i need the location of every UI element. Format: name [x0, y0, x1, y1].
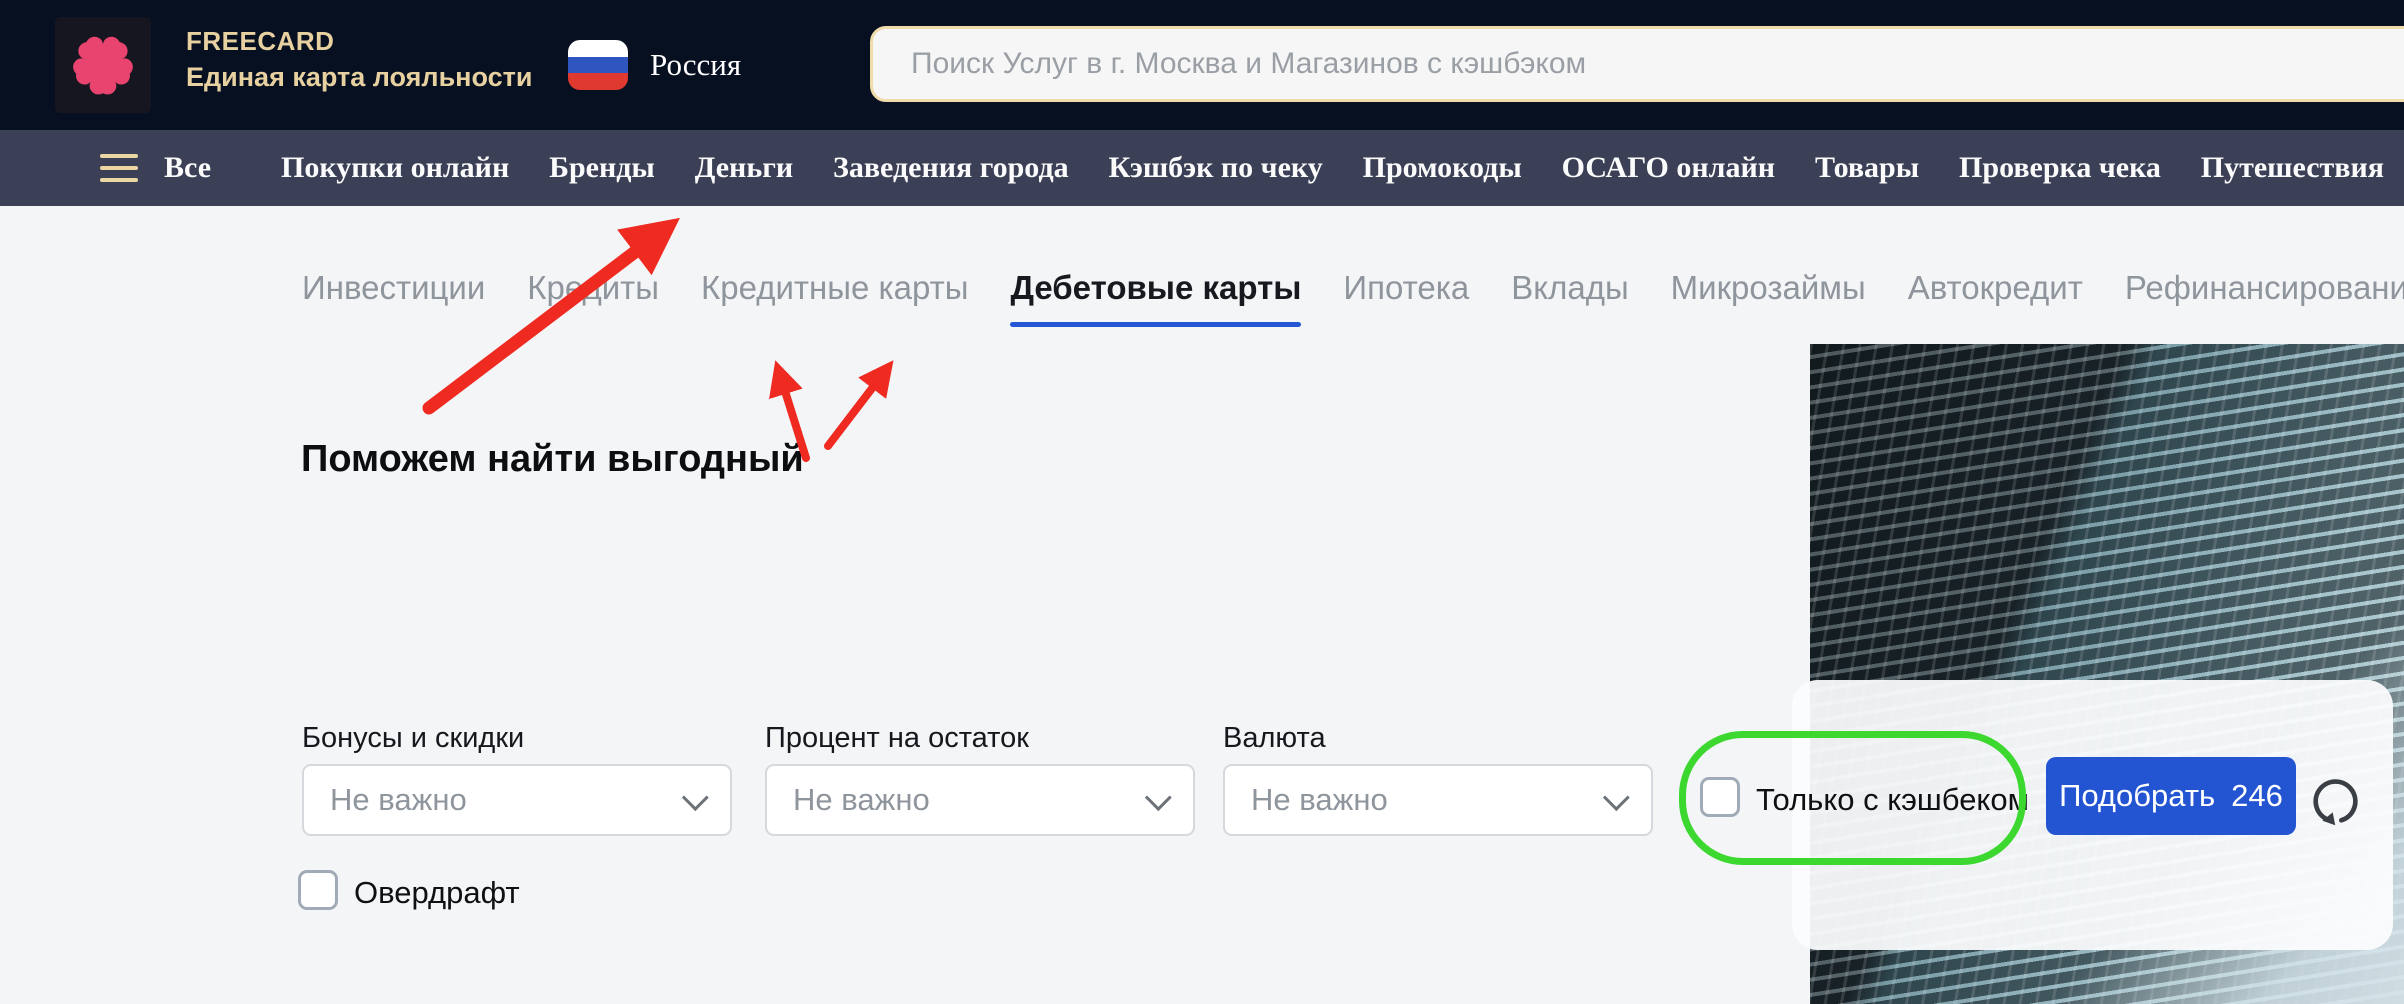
nav-item-goods[interactable]: Товары	[1815, 151, 1919, 185]
tab-investments[interactable]: Инвестиции	[302, 268, 485, 308]
search-input[interactable]	[870, 26, 2404, 102]
country-name: Россия	[650, 47, 741, 83]
filter-label: Процент на остаток	[765, 720, 1195, 756]
filter-label: Валюта	[1223, 720, 1653, 756]
nav-item-travel[interactable]: Путешествия	[2201, 151, 2384, 185]
nav-item-receipt-check[interactable]: Проверка чека	[1959, 151, 2161, 185]
headline: Поможем найти выгодный	[301, 438, 804, 481]
russia-flag-icon	[568, 40, 628, 90]
chevron-down-icon	[1145, 784, 1172, 811]
filter-label: Бонусы и скидки	[302, 720, 732, 756]
currency-dropdown[interactable]: Не важно	[1223, 764, 1653, 836]
nav-item-city-places[interactable]: Заведения города	[833, 151, 1069, 185]
tab-debit-cards[interactable]: Дебетовые карты	[1010, 268, 1301, 308]
nav-item-money[interactable]: Деньги	[695, 151, 793, 185]
country-selector[interactable]: Россия	[568, 0, 741, 130]
tab-deposits[interactable]: Вклады	[1511, 268, 1628, 308]
dropdown-value: Не важно	[330, 782, 467, 818]
submit-button[interactable]: Подобрать 246	[2046, 757, 2296, 835]
hearts-logo-icon	[60, 22, 146, 108]
nav-item-promocodes[interactable]: Промокоды	[1363, 151, 1522, 185]
nav-item-receipt-cashback[interactable]: Кэшбэк по чеку	[1109, 151, 1323, 185]
brand-title: FREECARD	[186, 24, 532, 58]
filter-group-currency: Валюта Не важно	[1223, 720, 1653, 836]
dropdown-value: Не важно	[793, 782, 930, 818]
refresh-icon	[2312, 774, 2362, 826]
annotation-arrow-debit-cards	[828, 370, 886, 446]
tab-mortgage[interactable]: Ипотека	[1343, 268, 1469, 308]
nav-item-online-shopping[interactable]: Покупки онлайн	[281, 151, 509, 185]
dropdown-value: Не важно	[1251, 782, 1388, 818]
submit-label: Подобрать	[2059, 778, 2215, 814]
app-header: FREECARD Единая карта лояльности Россия	[0, 0, 2404, 130]
submit-count: 246	[2231, 778, 2283, 814]
brand-subtitle: Единая карта лояльности	[186, 58, 532, 96]
tab-autocredit[interactable]: Автокредит	[1908, 268, 2083, 308]
reset-filters-button[interactable]	[2312, 774, 2362, 826]
bonuses-dropdown[interactable]: Не важно	[302, 764, 732, 836]
overdraft-label: Овердрафт	[354, 875, 520, 911]
filter-group-interest: Процент на остаток Не важно	[765, 720, 1195, 836]
nav-item-all[interactable]: Все	[100, 151, 211, 185]
brand-block: FREECARD Единая карта лояльности	[186, 24, 532, 96]
nav-all-label: Все	[164, 151, 211, 185]
tab-credit-cards[interactable]: Кредитные карты	[701, 268, 968, 308]
filter-group-bonuses: Бонусы и скидки Не важно	[302, 720, 732, 836]
main-nav: Все Покупки онлайн Бренды Деньги Заведен…	[0, 130, 2404, 206]
tab-credits[interactable]: Кредиты	[527, 268, 659, 308]
cashback-label: Только с кэшбеком	[1756, 782, 2029, 818]
tab-microloans[interactable]: Микрозаймы	[1671, 268, 1866, 308]
chevron-down-icon	[1603, 784, 1630, 811]
annotation-arrow-money	[429, 230, 664, 408]
page: FREECARD Единая карта лояльности Россия …	[0, 0, 2404, 1004]
interest-dropdown[interactable]: Не важно	[765, 764, 1195, 836]
category-tabs: Инвестиции Кредиты Кредитные карты Дебет…	[302, 268, 2404, 308]
freecard-logo[interactable]	[55, 17, 151, 113]
chevron-down-icon	[682, 784, 709, 811]
menu-icon	[100, 154, 138, 182]
overdraft-checkbox[interactable]	[298, 870, 338, 910]
nav-item-brands[interactable]: Бренды	[549, 151, 655, 185]
nav-items: Покупки онлайн Бренды Деньги Заведения г…	[281, 151, 2384, 185]
tab-refinancing[interactable]: Рефинансирование	[2125, 268, 2404, 308]
nav-item-osago[interactable]: ОСАГО онлайн	[1562, 151, 1775, 185]
cashback-checkbox[interactable]	[1700, 777, 1740, 817]
